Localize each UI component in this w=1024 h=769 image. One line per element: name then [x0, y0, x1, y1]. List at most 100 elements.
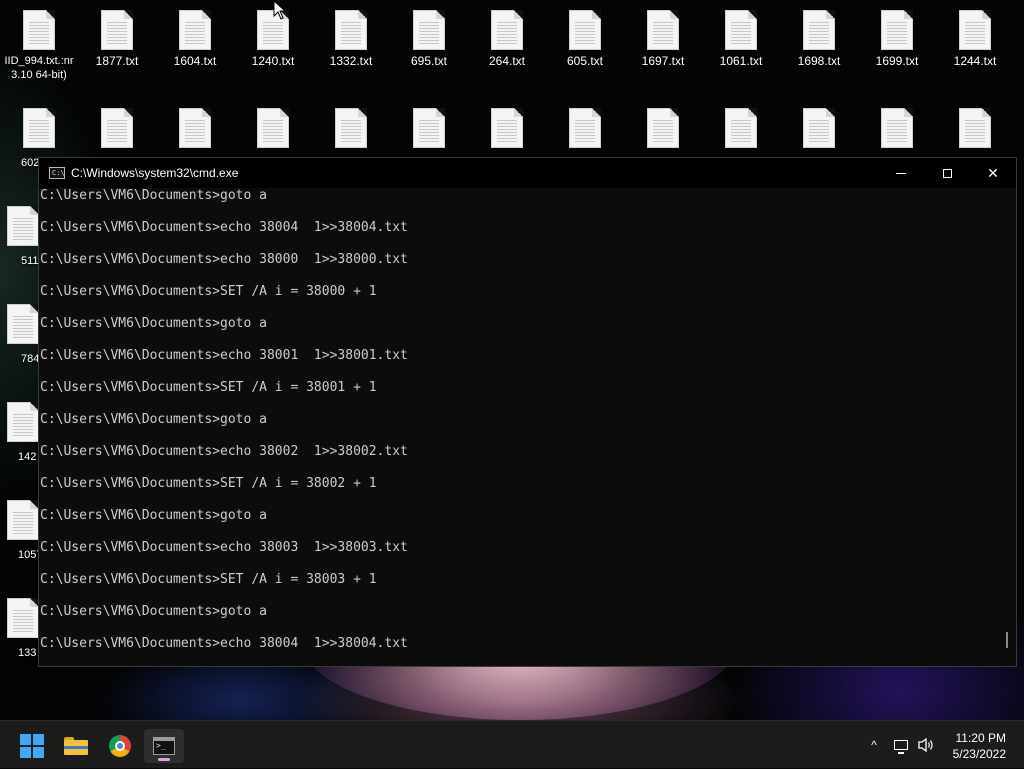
text-file-icon: [725, 10, 757, 50]
desktop-file-icon[interactable]: [78, 108, 156, 152]
folder-icon: [64, 737, 88, 755]
window-title: C:\Windows\system32\cmd.exe: [71, 166, 239, 180]
text-file-icon: [647, 10, 679, 50]
desktop-file-icon[interactable]: 1697.txt: [624, 10, 702, 68]
console-line: C:\Users\VM6\Documents>goto a: [40, 508, 267, 523]
text-file-icon: [491, 108, 523, 148]
text-file-icon: [413, 10, 445, 50]
cmd-titlebar[interactable]: C:\ C:\Windows\system32\cmd.exe ✕: [39, 158, 1016, 188]
text-file-icon: [959, 108, 991, 148]
close-icon: ✕: [987, 164, 999, 181]
console-line: C:\Users\VM6\Documents>goto a: [40, 316, 267, 331]
desktop-file-icon[interactable]: [936, 108, 1014, 152]
console-line: C:\Users\VM6\Documents>echo 38001 1>>380…: [40, 348, 408, 363]
desktop-file-icon[interactable]: [0, 108, 78, 152]
taskbar: >_ ^ 11:20 PM 5/23/2022: [0, 720, 1024, 768]
desktop-file-icon[interactable]: 1332.txt: [312, 10, 390, 68]
desktop-file-icon[interactable]: 1244.txt: [936, 10, 1014, 68]
desktop-file-icon[interactable]: 1061.txt: [702, 10, 780, 68]
cmd-icon: >_: [153, 737, 175, 755]
clock[interactable]: 11:20 PM 5/23/2022: [953, 730, 1006, 762]
text-file-icon: [179, 10, 211, 50]
desktop-file-icon[interactable]: [780, 108, 858, 152]
console-line: C:\Users\VM6\Documents>echo 38002 1>>380…: [40, 444, 408, 459]
text-file-icon: [257, 108, 289, 148]
text-file-icon: [101, 10, 133, 50]
desktop-file-icon[interactable]: [234, 108, 312, 152]
start-button[interactable]: [12, 729, 52, 763]
console-line: C:\Users\VM6\Documents>SET /A i = 38000 …: [40, 284, 377, 299]
desktop-file-icon[interactable]: 1604.txt: [156, 10, 234, 68]
text-file-icon: [959, 10, 991, 50]
desktop-file-icon[interactable]: 1699.txt: [858, 10, 936, 68]
desktop-file-label: 695.txt: [410, 54, 448, 68]
console-output[interactable]: C:\Users\VM6\Documents>goto a C:\Users\V…: [39, 188, 998, 666]
minimize-icon: [896, 172, 906, 174]
volume-button[interactable]: [914, 721, 938, 769]
desktop-file-icon[interactable]: 1877.txt: [78, 10, 156, 68]
maximize-icon: [942, 168, 952, 178]
text-file-icon: [803, 108, 835, 148]
chrome-icon: [109, 735, 131, 757]
desktop-file-icon[interactable]: 264.txt: [468, 10, 546, 68]
console-line: C:\Users\VM6\Documents>SET /A i = 38001 …: [40, 380, 377, 395]
chevron-up-icon: ^: [871, 738, 877, 752]
chrome-button[interactable]: [100, 729, 140, 763]
maximize-button[interactable]: [924, 158, 970, 188]
desktop-file-icon[interactable]: [546, 108, 624, 152]
console-line: C:\Users\VM6\Documents>echo 38003 1>>380…: [40, 540, 408, 555]
volume-icon: [918, 737, 933, 753]
text-file-icon: [881, 10, 913, 50]
scrollbar[interactable]: [998, 188, 1016, 666]
console-line: C:\Users\VM6\Documents>SET /A i = 38002 …: [40, 476, 377, 491]
desktop-file-label: 1244.txt: [953, 54, 997, 68]
network-icon: [894, 740, 908, 754]
desktop-file-icon[interactable]: 605.txt: [546, 10, 624, 68]
desktop-file-label: 1877.txt: [95, 54, 139, 68]
desktop-file-icon[interactable]: IID_994.txt.:nr 3.10 64-bit): [0, 10, 78, 82]
desktop-file-icon[interactable]: [390, 108, 468, 152]
text-file-icon: [569, 108, 601, 148]
text-file-icon: [491, 10, 523, 50]
text-file-icon: [179, 108, 211, 148]
desktop-file-icon[interactable]: [624, 108, 702, 152]
console-line: C:\Users\VM6\Documents>goto a: [40, 188, 267, 203]
text-file-icon: [803, 10, 835, 50]
text-file-icon: [7, 402, 39, 442]
text-file-icon: [725, 108, 757, 148]
minimize-button[interactable]: [878, 158, 924, 188]
desktop-file-icon[interactable]: [468, 108, 546, 152]
active-indicator: [158, 758, 170, 761]
command-prompt-button[interactable]: >_: [144, 729, 184, 763]
console-line: C:\Users\VM6\Documents>echo 38000 1>>380…: [40, 252, 408, 267]
text-file-icon: [101, 108, 133, 148]
desktop-file-label: 1698.txt: [797, 54, 841, 68]
file-explorer-button[interactable]: [56, 729, 96, 763]
text-file-icon: [23, 10, 55, 50]
desktop-file-label: 1240.txt: [251, 54, 295, 68]
show-hidden-icons-button[interactable]: ^: [864, 721, 884, 769]
text-file-icon: [647, 108, 679, 148]
cmd-icon: C:\: [49, 167, 65, 179]
desktop-file-icon[interactable]: [156, 108, 234, 152]
desktop-file-icon[interactable]: 1698.txt: [780, 10, 858, 68]
network-button[interactable]: [890, 721, 912, 769]
scrollbar-thumb[interactable]: [1006, 632, 1008, 648]
cmd-window[interactable]: C:\ C:\Windows\system32\cmd.exe ✕ C:\Use…: [38, 157, 1017, 667]
text-file-icon: [413, 108, 445, 148]
text-file-icon: [335, 10, 367, 50]
desktop-file-label: 1061.txt: [719, 54, 763, 68]
clock-date: 5/23/2022: [952, 747, 1006, 761]
close-button[interactable]: ✕: [970, 158, 1016, 188]
desktop-file-icon[interactable]: 695.txt: [390, 10, 468, 68]
desktop-file-icon[interactable]: [858, 108, 936, 152]
desktop-file-icon[interactable]: [312, 108, 390, 152]
text-file-icon: [23, 108, 55, 148]
console-line: C:\Users\VM6\Documents>goto a: [40, 604, 267, 619]
console-line: C:\Users\VM6\Documents>goto a: [40, 412, 267, 427]
desktop-file-label: 264.txt: [488, 54, 526, 68]
console-line: C:\Users\VM6\Documents>echo 38004 1>>380…: [40, 636, 408, 651]
text-file-icon: [7, 598, 39, 638]
text-file-icon: [7, 206, 39, 246]
desktop-file-icon[interactable]: [702, 108, 780, 152]
